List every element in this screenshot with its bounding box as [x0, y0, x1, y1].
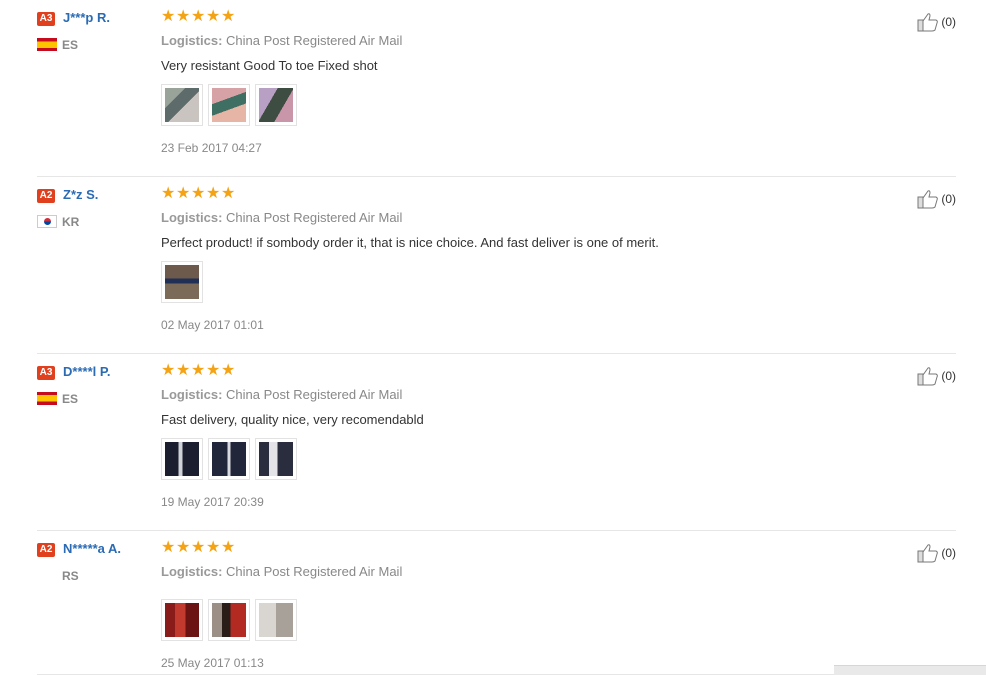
star-icon: ★ [161, 362, 176, 379]
helpful-button[interactable]: (0) [917, 543, 956, 563]
reviewer-name[interactable]: Z*z S. [63, 187, 98, 202]
star-icon: ★ [191, 185, 206, 202]
logistics-label: Logistics: [161, 210, 223, 225]
star-rating: ★ ★ ★ ★ ★ [161, 186, 236, 202]
star-icon: ★ [161, 185, 176, 202]
bottom-panel-edge [834, 665, 986, 675]
review-photo-thumbnail[interactable] [208, 438, 250, 480]
star-icon: ★ [221, 185, 236, 202]
review-text: Fast delivery, quality nice, very recome… [161, 412, 424, 427]
star-icon: ★ [176, 362, 191, 379]
reviewer-name[interactable]: N*****a A. [63, 541, 121, 556]
review-photo-thumbnail[interactable] [208, 599, 250, 641]
buyer-level-badge: A3 [37, 12, 55, 26]
review-photos [161, 84, 297, 126]
reviewer-country: RS [62, 569, 79, 583]
review-photos [161, 261, 203, 303]
review-photos [161, 599, 297, 641]
star-icon: ★ [176, 8, 191, 25]
star-icon: ★ [221, 8, 236, 25]
reviewer-name[interactable]: J***p R. [63, 10, 110, 25]
review-photo-thumbnail[interactable] [255, 599, 297, 641]
star-rating: ★ ★ ★ ★ ★ [161, 540, 236, 556]
logistics-value: China Post Registered Air Mail [226, 210, 403, 225]
review-photo-thumbnail[interactable] [161, 84, 203, 126]
star-icon: ★ [191, 362, 206, 379]
review-item: A2 N*****a A. RS ★ ★ ★ ★ ★ Logistics: China … [37, 531, 956, 675]
reviewer-name[interactable]: D****l P. [63, 364, 110, 379]
helpful-button[interactable]: (0) [917, 189, 956, 209]
review-date: 19 May 2017 20:39 [161, 495, 264, 509]
logistics-info: Logistics: China Post Registered Air Mai… [161, 210, 402, 225]
star-icon: ★ [206, 362, 221, 379]
review-date: 02 May 2017 01:01 [161, 318, 264, 332]
helpful-count: (0) [941, 192, 956, 206]
logistics-label: Logistics: [161, 564, 223, 579]
buyer-level-badge: A3 [37, 366, 55, 380]
star-icon: ★ [206, 8, 221, 25]
star-icon: ★ [206, 185, 221, 202]
review-text: Very resistant Good To toe Fixed shot [161, 58, 378, 73]
spain-flag-icon [37, 38, 57, 51]
buyer-level-badge: A2 [37, 543, 55, 557]
star-icon: ★ [161, 539, 176, 556]
logistics-value: China Post Registered Air Mail [226, 387, 403, 402]
logistics-info: Logistics: China Post Registered Air Mai… [161, 33, 402, 48]
helpful-count: (0) [941, 369, 956, 383]
review-photo-thumbnail[interactable] [161, 599, 203, 641]
review-photos [161, 438, 297, 480]
review-photo-thumbnail[interactable] [208, 84, 250, 126]
star-rating: ★ ★ ★ ★ ★ [161, 363, 236, 379]
review-item: A3 J***p R. ES ★ ★ ★ ★ ★ Logistics: China Po… [37, 0, 956, 177]
review-photo-thumbnail[interactable] [161, 438, 203, 480]
helpful-count: (0) [941, 15, 956, 29]
star-icon: ★ [221, 362, 236, 379]
buyer-level-badge: A2 [37, 189, 55, 203]
logistics-info: Logistics: China Post Registered Air Mai… [161, 564, 402, 579]
star-icon: ★ [191, 8, 206, 25]
review-photo-thumbnail[interactable] [255, 84, 297, 126]
helpful-button[interactable]: (0) [917, 366, 956, 386]
review-date: 23 Feb 2017 04:27 [161, 141, 262, 155]
logistics-label: Logistics: [161, 33, 223, 48]
review-text: Perfect product! if sombody order it, th… [161, 235, 659, 250]
review-photo-thumbnail[interactable] [161, 261, 203, 303]
review-date: 25 May 2017 01:13 [161, 656, 264, 670]
reviewer-country: ES [62, 38, 79, 52]
logistics-info: Logistics: China Post Registered Air Mai… [161, 387, 402, 402]
thumbs-up-icon [917, 544, 939, 563]
reviewer-country: ES [62, 392, 79, 406]
review-item: A3 D****l P. ES ★ ★ ★ ★ ★ Logistics: China P… [37, 354, 956, 531]
review-photo-thumbnail[interactable] [255, 438, 297, 480]
thumbs-up-icon [917, 367, 939, 386]
thumbs-up-icon [917, 13, 939, 32]
serbia-flag-icon [37, 569, 57, 582]
star-icon: ★ [176, 539, 191, 556]
star-rating: ★ ★ ★ ★ ★ [161, 9, 236, 25]
star-icon: ★ [176, 185, 191, 202]
review-item: A2 Z*z S. KR ★ ★ ★ ★ ★ Logistics: China Post… [37, 177, 956, 354]
south-korea-flag-icon [37, 215, 57, 228]
helpful-count: (0) [941, 546, 956, 560]
logistics-value: China Post Registered Air Mail [226, 33, 403, 48]
logistics-value: China Post Registered Air Mail [226, 564, 403, 579]
star-icon: ★ [191, 539, 206, 556]
star-icon: ★ [206, 539, 221, 556]
star-icon: ★ [221, 539, 236, 556]
helpful-button[interactable]: (0) [917, 12, 956, 32]
spain-flag-icon [37, 392, 57, 405]
logistics-label: Logistics: [161, 387, 223, 402]
star-icon: ★ [161, 8, 176, 25]
reviewer-country: KR [62, 215, 80, 229]
thumbs-up-icon [917, 190, 939, 209]
